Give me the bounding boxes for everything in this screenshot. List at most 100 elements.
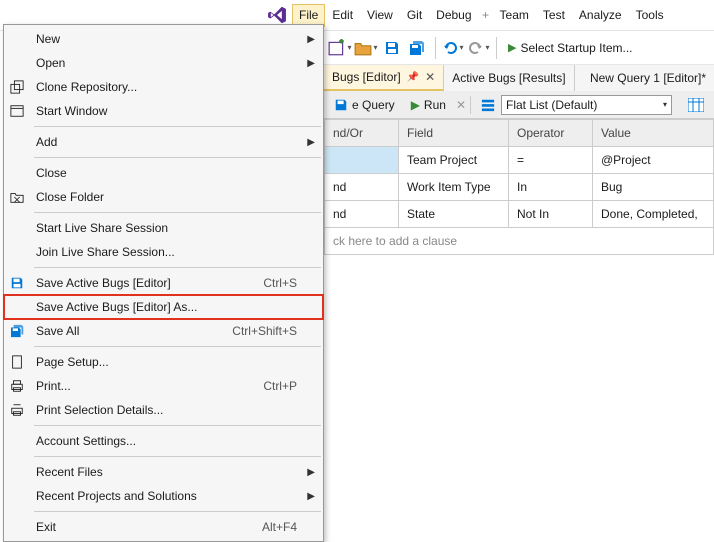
save-query-button[interactable]: e Query <box>328 94 401 116</box>
cell-field[interactable]: Work Item Type <box>399 174 509 201</box>
file-menu-item[interactable]: Print...Ctrl+P <box>4 374 323 398</box>
file-menu-item[interactable]: Open▶ <box>4 51 323 75</box>
file-menu-item[interactable]: Account Settings... <box>4 429 323 453</box>
header-operator[interactable]: Operator <box>509 120 593 147</box>
redo-button[interactable]: ▾ <box>467 36 491 60</box>
menu-item-label: Save All <box>36 324 232 338</box>
startup-item-button[interactable]: ▶ Select Startup Item... <box>502 36 639 60</box>
menu-separator <box>34 425 321 426</box>
menu-item-label: Recent Files <box>36 465 297 479</box>
file-menu-item[interactable]: Recent Files ▶ <box>4 460 323 484</box>
menu-tools[interactable]: Tools <box>629 4 671 27</box>
menu-git[interactable]: Git <box>400 4 429 27</box>
grid-row[interactable]: Team Project = @Project <box>325 147 714 174</box>
submenu-arrow-icon: ▶ <box>307 34 315 45</box>
saveall-icon <box>10 324 28 338</box>
run-query-button[interactable]: ▶ Run <box>405 94 452 116</box>
menu-separator <box>34 212 321 213</box>
print-icon <box>10 379 28 393</box>
menu-item-shortcut: Ctrl+S <box>263 276 297 290</box>
query-grid: nd/Or Field Operator Value Team Project … <box>324 119 714 255</box>
menu-item-label: Page Setup... <box>36 355 297 369</box>
new-project-button[interactable]: ▾ <box>328 36 352 60</box>
file-menu-item[interactable]: ExitAlt+F4 <box>4 515 323 539</box>
header-field[interactable]: Field <box>399 120 509 147</box>
file-menu-item[interactable]: Close Folder <box>4 185 323 209</box>
toolbar: ▾ ▾ ▾ ▾ ▶ Select Startup Item... <box>324 31 714 65</box>
ghost-text[interactable]: ck here to add a clause <box>325 228 714 255</box>
menu-item-label: Exit <box>36 520 262 534</box>
menu-debug[interactable]: Debug <box>429 4 478 27</box>
menu-edit[interactable]: Edit <box>325 4 360 27</box>
menu-item-label: Recent Projects and Solutions <box>36 489 297 503</box>
printsel-icon <box>10 403 28 417</box>
header-value[interactable]: Value <box>593 120 714 147</box>
menu-item-shortcut: Alt+F4 <box>262 520 297 534</box>
menu-separator <box>34 157 321 158</box>
file-menu-item[interactable]: Page Setup... <box>4 350 323 374</box>
undo-button[interactable]: ▾ <box>441 36 465 60</box>
cell-andor[interactable] <box>325 147 399 174</box>
file-menu-item[interactable]: Recent Projects and Solutions▶ <box>4 484 323 508</box>
tab-new-query[interactable]: New Query 1 [Editor]* <box>575 65 714 91</box>
cell-op[interactable]: In <box>509 174 593 201</box>
open-button[interactable]: ▾ <box>354 36 378 60</box>
cell-field[interactable]: Team Project <box>399 147 509 174</box>
cell-op[interactable]: Not In <box>509 201 593 228</box>
clone-icon <box>10 80 28 94</box>
pin-icon[interactable]: 📌 <box>407 72 419 83</box>
columns-button[interactable] <box>682 94 710 116</box>
file-menu-item[interactable]: Save Active Bugs [Editor]Ctrl+S <box>4 271 323 295</box>
grid-row[interactable]: nd State Not In Done, Completed, <box>325 201 714 228</box>
tab-active-bugs-results[interactable]: Active Bugs [Results] <box>444 65 574 91</box>
query-type-selector[interactable]: Flat List (Default) ▾ <box>475 94 678 116</box>
menu-item-label: Join Live Share Session... <box>36 245 297 259</box>
save-button[interactable] <box>380 36 404 60</box>
menu-item-label: Start Live Share Session <box>36 221 297 235</box>
grid-ghost-row[interactable]: ck here to add a clause <box>325 228 714 255</box>
file-menu-item[interactable]: Start Window <box>4 99 323 123</box>
menu-analyze[interactable]: Analyze <box>572 4 629 27</box>
menu-add-icon[interactable]: + <box>479 4 493 27</box>
menu-separator <box>34 511 321 512</box>
tab-label: Bugs [Editor] <box>332 70 401 84</box>
cell-andor[interactable]: nd <box>325 201 399 228</box>
cell-value[interactable]: Bug <box>593 174 714 201</box>
tab-bugs-editor[interactable]: Bugs [Editor] 📌 ✕ <box>324 65 444 91</box>
toolbar-separator <box>496 37 497 59</box>
query-toolbar: e Query ▶ Run ✕ Flat List (Default) ▾ <box>324 91 714 119</box>
close-icon[interactable]: ✕ <box>425 70 435 84</box>
menu-team[interactable]: Team <box>493 4 536 27</box>
file-menu-item[interactable]: Add▶ <box>4 130 323 154</box>
cell-value[interactable]: Done, Completed, <box>593 201 714 228</box>
query-type-label: Flat List (Default) <box>506 98 597 112</box>
file-menu-item[interactable]: New▶ <box>4 27 323 51</box>
menu-separator <box>34 456 321 457</box>
menu-item-label: Start Window <box>36 104 297 118</box>
menu-test[interactable]: Test <box>536 4 572 27</box>
menu-item-label: Save Active Bugs [Editor] As... <box>36 300 297 314</box>
submenu-arrow-icon: ▶ <box>307 467 315 478</box>
file-menu-item[interactable]: Print Selection Details... <box>4 398 323 422</box>
cell-value[interactable]: @Project <box>593 147 714 174</box>
file-menu-item[interactable]: Start Live Share Session <box>4 216 323 240</box>
grid-row[interactable]: nd Work Item Type In Bug <box>325 174 714 201</box>
menu-item-label: Print Selection Details... <box>36 403 297 417</box>
save-all-button[interactable] <box>406 36 430 60</box>
cell-op[interactable]: = <box>509 147 593 174</box>
menu-item-shortcut: Ctrl+P <box>263 379 297 393</box>
save-query-label: e Query <box>352 98 395 112</box>
file-menu-item[interactable]: Join Live Share Session... <box>4 240 323 264</box>
file-menu-item[interactable]: Save AllCtrl+Shift+S <box>4 319 323 343</box>
file-menu-item[interactable]: Clone Repository... <box>4 75 323 99</box>
header-andor[interactable]: nd/Or <box>325 120 399 147</box>
cell-andor[interactable]: nd <box>325 174 399 201</box>
visual-studio-icon <box>266 4 288 26</box>
menu-item-label: Clone Repository... <box>36 80 297 94</box>
file-menu: New▶Open▶Clone Repository...Start Window… <box>3 24 324 542</box>
file-menu-item[interactable]: Save Active Bugs [Editor] As... <box>4 295 323 319</box>
cell-field[interactable]: State <box>399 201 509 228</box>
menu-item-label: Open <box>36 56 297 70</box>
menu-view[interactable]: View <box>360 4 400 27</box>
file-menu-item[interactable]: Close <box>4 161 323 185</box>
